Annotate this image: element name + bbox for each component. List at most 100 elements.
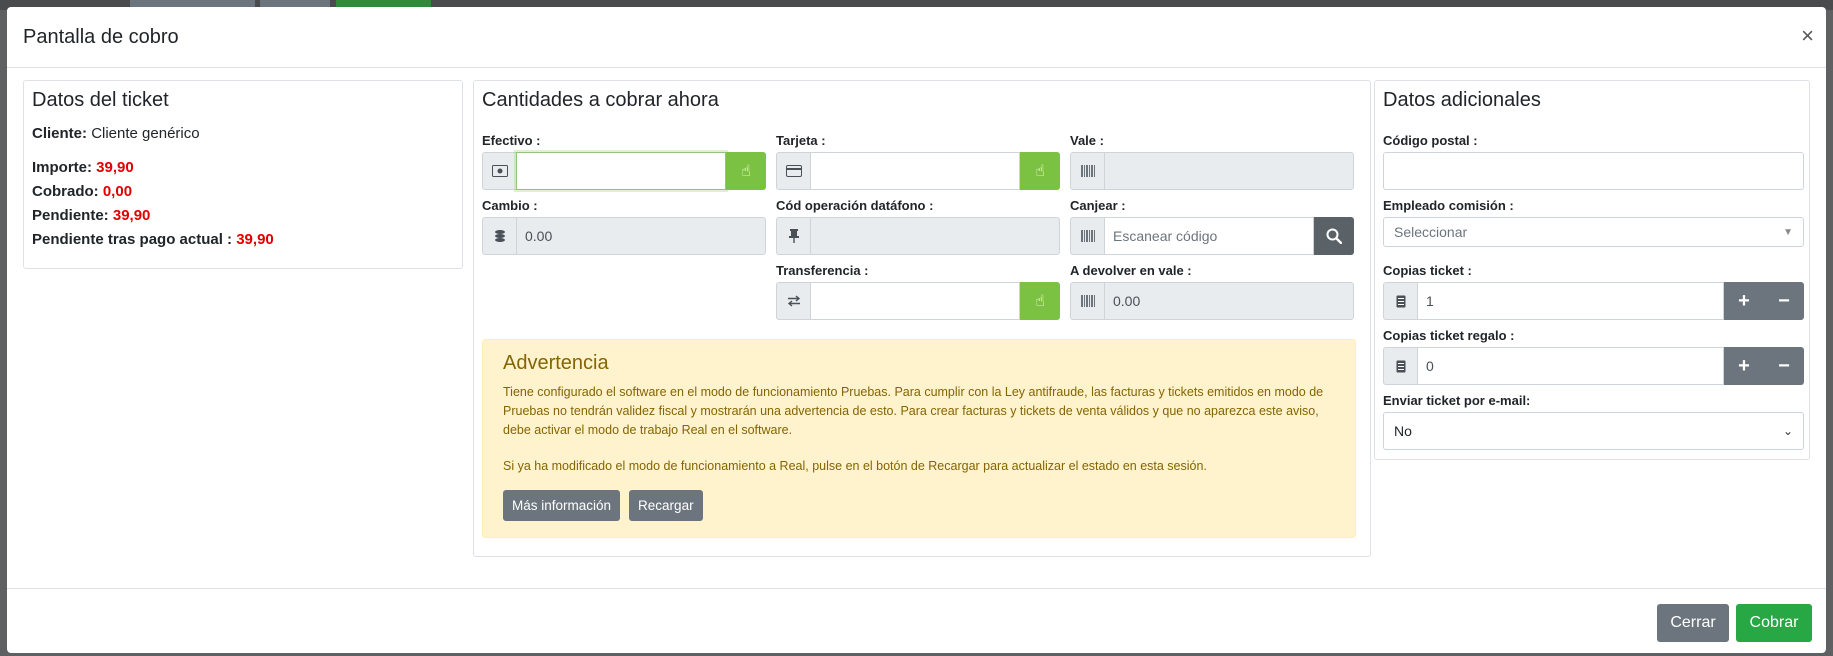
ticket-data-card: Datos del ticket Cliente: Cliente genéri…	[23, 80, 463, 269]
change-group: 0.00	[482, 217, 766, 255]
barcode-icon	[1070, 282, 1104, 320]
return-voucher-input: 0.00	[1104, 282, 1354, 320]
exchange-icon	[776, 282, 810, 320]
ticket-copies-minus-button[interactable]: −	[1764, 282, 1804, 320]
plus-icon: +	[1738, 354, 1750, 377]
warning-text: Tiene configurado el software en el modo…	[503, 385, 1324, 437]
amount-line: Importe: 39,90	[32, 156, 454, 180]
modal-title: Pantalla de cobro	[23, 25, 179, 48]
ticket-copies-input[interactable]: 1	[1417, 282, 1724, 320]
payment-modal: Pantalla de cobro × Datos del ticket Cli…	[7, 7, 1826, 653]
more-info-button[interactable]: Más información	[503, 490, 621, 521]
ticket-data-title: Datos del ticket	[32, 89, 169, 111]
redeem-code-input[interactable]: Escanear código	[1104, 217, 1314, 255]
transfer-group: ☝	[776, 282, 1060, 320]
cash-label: Efectivo :	[482, 133, 541, 148]
transfer-label: Transferencia :	[776, 263, 869, 278]
transfer-fill-button[interactable]: ☝	[1020, 282, 1060, 320]
commission-employee-select[interactable]: Seleccionar ▼	[1383, 217, 1804, 247]
barcode-icon	[1070, 152, 1104, 190]
search-icon	[1326, 228, 1342, 244]
minus-icon: −	[1778, 289, 1790, 312]
gift-copies-input[interactable]: 0	[1417, 347, 1724, 385]
gift-copies-minus-button[interactable]: −	[1764, 347, 1804, 385]
pending-line: Pendiente: 39,90	[32, 204, 454, 228]
email-ticket-label: Enviar ticket por e-mail:	[1383, 393, 1531, 408]
card-label: Tarjeta :	[776, 133, 826, 148]
amount-label: Importe:	[32, 159, 92, 176]
amount-value: 39,90	[96, 159, 134, 176]
client-label: Cliente:	[32, 125, 88, 142]
cash-input[interactable]	[516, 152, 726, 190]
card-group: ☝	[776, 152, 1060, 190]
postal-code-group	[1383, 152, 1804, 190]
cash-group: ☝	[482, 152, 766, 190]
collected-label: Cobrado:	[32, 183, 99, 200]
cash-fill-button[interactable]: ☝	[726, 152, 766, 190]
ticket-copies-group: 1 + −	[1383, 282, 1804, 320]
client-line: Cliente: Cliente genérico	[32, 122, 454, 146]
return-voucher-label: A devolver en vale :	[1070, 263, 1192, 278]
terminal-code-label: Cód operación datáfono :	[776, 198, 934, 213]
close-button[interactable]: Cerrar	[1657, 604, 1729, 642]
additional-data-card: Datos adicionales Código postal : Emplea…	[1374, 80, 1810, 460]
pending-after-line: Pendiente tras pago actual : 39,90	[32, 228, 454, 252]
return-voucher-group: 0.00	[1070, 282, 1354, 320]
modal-footer: Cerrar Cobrar	[7, 588, 1826, 653]
minus-icon: −	[1778, 354, 1790, 377]
transfer-input[interactable]	[810, 282, 1020, 320]
amounts-title: Cantidades a cobrar ahora	[482, 89, 719, 111]
reload-button[interactable]: Recargar	[629, 490, 703, 521]
redeem-group: Escanear código	[1070, 217, 1354, 255]
redeem-search-button[interactable]	[1314, 217, 1354, 255]
warning-text-reload: Si ya ha modificado el modo de funcionam…	[503, 459, 1207, 473]
cash-icon	[482, 152, 516, 190]
charge-button[interactable]: Cobrar	[1736, 604, 1812, 642]
chevron-down-icon: ▼	[1783, 226, 1793, 238]
card-fill-button[interactable]: ☝	[1020, 152, 1060, 190]
warning-title: Advertencia	[503, 352, 609, 374]
chevron-down-icon: ⌄	[1782, 424, 1793, 438]
postal-code-input[interactable]	[1383, 152, 1804, 190]
barcode-icon	[1070, 217, 1104, 255]
warning-alert: Advertencia Tiene configurado el softwar…	[482, 339, 1356, 538]
gift-copies-plus-button[interactable]: +	[1724, 347, 1764, 385]
change-label: Cambio :	[482, 198, 538, 213]
client-value: Cliente genérico	[91, 125, 200, 142]
thumbtack-icon	[776, 217, 810, 255]
additional-data-title: Datos adicionales	[1383, 89, 1541, 111]
pending-after-value: 39,90	[236, 231, 274, 248]
receipt-icon	[1383, 347, 1417, 385]
modal-header: Pantalla de cobro ×	[7, 7, 1826, 68]
warning-buttons: Más información Recargar	[503, 490, 1335, 521]
postal-code-label: Código postal :	[1383, 133, 1478, 148]
collected-value: 0,00	[102, 183, 133, 200]
ticket-copies-label: Copias ticket :	[1383, 263, 1472, 278]
hand-pointer-icon: ☝	[1035, 163, 1045, 180]
collected-line: Cobrado: 0,00	[32, 180, 454, 204]
gift-copies-group: 0 + −	[1383, 347, 1804, 385]
hand-pointer-icon: ☝	[1035, 293, 1045, 310]
gift-copies-label: Copias ticket regalo :	[1383, 328, 1515, 343]
amounts-card: Cantidades a cobrar ahora Efectivo : ☝ T…	[473, 80, 1371, 557]
credit-card-icon	[776, 152, 810, 190]
voucher-group	[1070, 152, 1354, 190]
email-ticket-select[interactable]: No ⌄	[1383, 412, 1804, 450]
card-input[interactable]	[810, 152, 1020, 190]
hand-pointer-icon: ☝	[741, 163, 751, 180]
voucher-input	[1104, 152, 1354, 190]
modal-body: Datos del ticket Cliente: Cliente genéri…	[7, 68, 1826, 588]
pending-after-label: Pendiente tras pago actual :	[32, 231, 233, 248]
ticket-copies-plus-button[interactable]: +	[1724, 282, 1764, 320]
coins-icon	[482, 217, 516, 255]
receipt-icon	[1383, 282, 1417, 320]
pending-label: Pendiente:	[32, 207, 109, 224]
close-icon[interactable]: ×	[1801, 25, 1814, 47]
commission-employee-placeholder: Seleccionar	[1394, 224, 1468, 240]
terminal-code-input	[810, 217, 1060, 255]
terminal-code-group	[776, 217, 1060, 255]
commission-employee-label: Empleado comisión :	[1383, 198, 1514, 213]
change-input: 0.00	[516, 217, 766, 255]
redeem-label: Canjear :	[1070, 198, 1126, 213]
voucher-label: Vale :	[1070, 133, 1104, 148]
